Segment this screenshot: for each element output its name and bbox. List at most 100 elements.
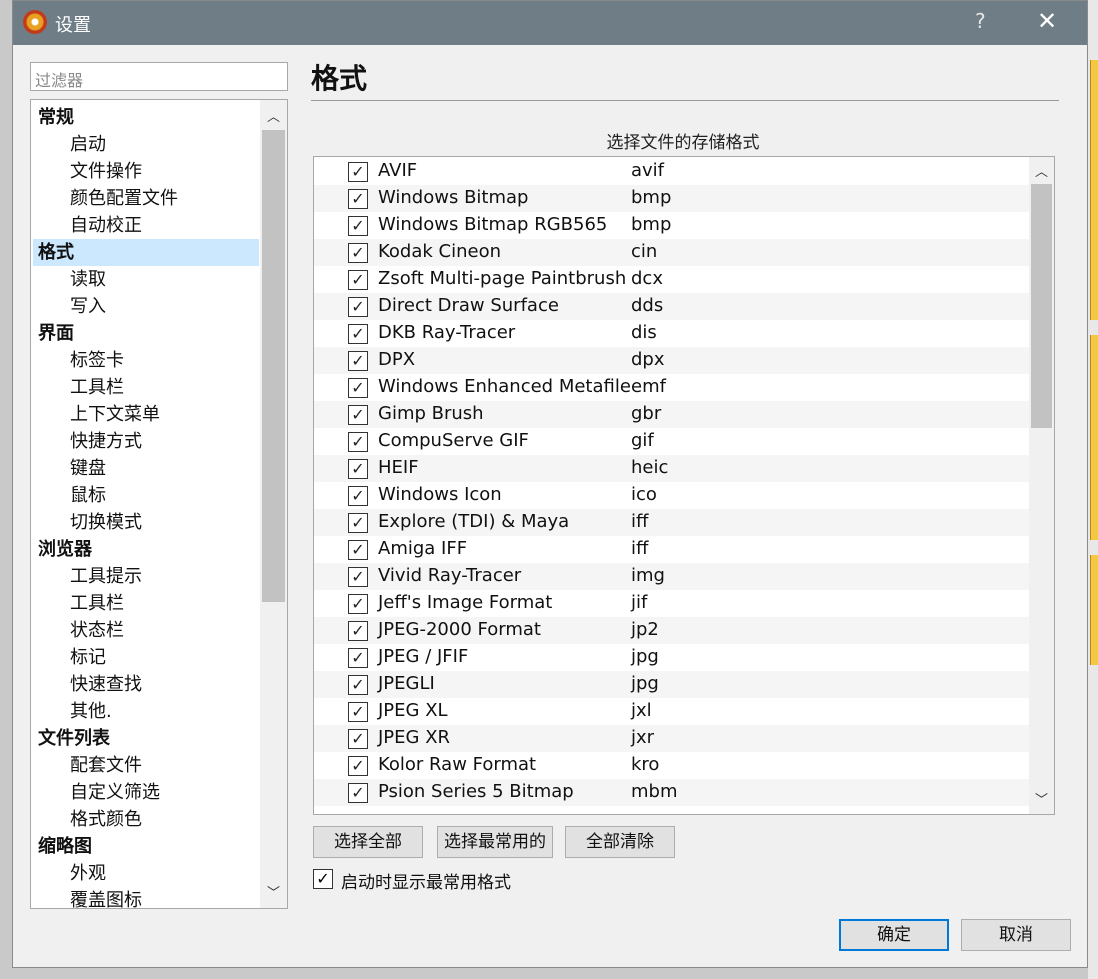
tree-item[interactable]: 格式颜色	[33, 806, 259, 833]
format-row[interactable]: ✓ Zsoft Multi-page Paintbrush dcx	[314, 266, 1029, 293]
format-checkbox[interactable]: ✓	[348, 702, 368, 722]
tree-item[interactable]: 键盘	[33, 455, 259, 482]
format-checkbox[interactable]: ✓	[348, 486, 368, 506]
clear-all-button[interactable]: 全部清除	[565, 826, 675, 858]
format-checkbox[interactable]: ✓	[348, 378, 368, 398]
format-row[interactable]: ✓ Jeff's Image Format jif	[314, 590, 1029, 617]
tree-item[interactable]: 文件列表	[33, 725, 259, 752]
close-button[interactable]: ✕	[1037, 7, 1057, 35]
format-row[interactable]: ✓ CompuServe GIF gif	[314, 428, 1029, 455]
scrollbar-thumb[interactable]	[1031, 184, 1052, 428]
format-checkbox[interactable]: ✓	[348, 405, 368, 425]
format-row[interactable]: ✓ DPX dpx	[314, 347, 1029, 374]
window-title: 设置	[55, 15, 91, 36]
select-common-button[interactable]: 选择最常用的	[437, 826, 553, 858]
format-checkbox[interactable]: ✓	[348, 783, 368, 803]
tree-item[interactable]: 浏览器	[33, 536, 259, 563]
format-row[interactable]: ✓ Windows Icon ico	[314, 482, 1029, 509]
tree-item[interactable]: 标签卡	[33, 347, 259, 374]
format-checkbox[interactable]: ✓	[348, 297, 368, 317]
tree-scrollbar[interactable]: ︿ ﹀	[260, 100, 287, 908]
tree-item[interactable]: 外观	[33, 860, 259, 887]
format-checkbox[interactable]: ✓	[348, 189, 368, 209]
format-row[interactable]: ✓ HEIF heic	[314, 455, 1029, 482]
format-row[interactable]: ✓ Explore (TDI) & Maya iff	[314, 509, 1029, 536]
select-all-button[interactable]: 选择全部	[313, 826, 423, 858]
tree-item[interactable]: 界面	[33, 320, 259, 347]
tree-item[interactable]: 快捷方式	[33, 428, 259, 455]
format-name: JPEG-2000 Format	[378, 619, 541, 640]
format-row[interactable]: ✓ Kodak Cineon cin	[314, 239, 1029, 266]
tree-item[interactable]: 文件操作	[33, 158, 259, 185]
format-row[interactable]: ✓ Kolor Raw Format kro	[314, 752, 1029, 779]
format-row[interactable]: ✓ AVIF avif	[314, 158, 1029, 185]
scroll-down-icon[interactable]: ﹀	[260, 882, 287, 901]
format-checkbox[interactable]: ✓	[348, 162, 368, 182]
format-checkbox[interactable]: ✓	[348, 351, 368, 371]
format-row[interactable]: ✓ JPEGLI jpg	[314, 671, 1029, 698]
tree-item[interactable]: 启动	[33, 131, 259, 158]
format-row[interactable]: ✓ Gimp Brush gbr	[314, 401, 1029, 428]
format-checkbox[interactable]: ✓	[348, 594, 368, 614]
format-checkbox[interactable]: ✓	[348, 243, 368, 263]
tree-item[interactable]: 其他.	[33, 698, 259, 725]
scroll-up-icon[interactable]: ︿	[260, 106, 287, 125]
tree-item[interactable]: 工具栏	[33, 374, 259, 401]
tree-item[interactable]: 鼠标	[33, 482, 259, 509]
tree-item[interactable]: 工具栏	[33, 590, 259, 617]
format-row[interactable]: ✓ Amiga IFF iff	[314, 536, 1029, 563]
tree-item[interactable]: 覆盖图标	[33, 887, 259, 908]
format-row[interactable]: ✓ Psion Series 5 Bitmap mbm	[314, 779, 1029, 806]
format-checkbox[interactable]: ✓	[348, 459, 368, 479]
tree-item[interactable]: 写入	[33, 293, 259, 320]
tree-item[interactable]: 颜色配置文件	[33, 185, 259, 212]
format-checkbox[interactable]: ✓	[348, 513, 368, 533]
format-row[interactable]: ✓ JPEG / JFIF jpg	[314, 644, 1029, 671]
scroll-up-icon[interactable]: ︿	[1029, 161, 1054, 180]
format-checkbox[interactable]: ✓	[348, 648, 368, 668]
tree-item[interactable]: 上下文菜单	[33, 401, 259, 428]
tree-item[interactable]: 自动校正	[33, 212, 259, 239]
format-name: Windows Icon	[378, 484, 502, 505]
format-checkbox[interactable]: ✓	[348, 432, 368, 452]
format-row[interactable]: ✓ Direct Draw Surface dds	[314, 293, 1029, 320]
format-row[interactable]: ✓ Windows Enhanced Metafile emf	[314, 374, 1029, 401]
tree-item[interactable]: 工具提示	[33, 563, 259, 590]
format-checkbox[interactable]: ✓	[348, 729, 368, 749]
format-checkbox[interactable]: ✓	[348, 324, 368, 344]
tree-item[interactable]: 切换模式	[33, 509, 259, 536]
ok-button[interactable]: 确定	[839, 919, 949, 951]
filter-input[interactable]: 过滤器	[30, 62, 288, 91]
format-row[interactable]: ✓ Windows Bitmap RGB565 bmp	[314, 212, 1029, 239]
format-row[interactable]: ✓ DKB Ray-Tracer dis	[314, 320, 1029, 347]
tree-item[interactable]: 标记	[33, 644, 259, 671]
tree-item[interactable]: 读取	[33, 266, 259, 293]
tree-item[interactable]: 配套文件	[33, 752, 259, 779]
startup-checkbox[interactable]: ✓	[313, 869, 333, 889]
format-checkbox[interactable]: ✓	[348, 216, 368, 236]
format-checkbox[interactable]: ✓	[348, 540, 368, 560]
tree-item[interactable]: 快速查找	[33, 671, 259, 698]
format-checkbox[interactable]: ✓	[348, 270, 368, 290]
scroll-down-icon[interactable]: ﹀	[1029, 789, 1054, 808]
tree-item[interactable]: 常规	[33, 104, 259, 131]
format-row[interactable]: ✓ JPEG-2000 Format jp2	[314, 617, 1029, 644]
tree-item[interactable]: 状态栏	[33, 617, 259, 644]
format-checkbox[interactable]: ✓	[348, 675, 368, 695]
scrollbar-thumb[interactable]	[262, 130, 285, 602]
format-name: Kodak Cineon	[378, 241, 501, 262]
cancel-button[interactable]: 取消	[961, 919, 1071, 951]
tree-item[interactable]: 自定义筛选	[33, 779, 259, 806]
title-bar[interactable]: 设置 ? ✕	[13, 1, 1087, 45]
format-checkbox[interactable]: ✓	[348, 756, 368, 776]
format-row[interactable]: ✓ Windows Bitmap bmp	[314, 185, 1029, 212]
format-list-scrollbar[interactable]: ︿ ﹀	[1029, 157, 1054, 814]
format-row[interactable]: ✓ JPEG XL jxl	[314, 698, 1029, 725]
format-checkbox[interactable]: ✓	[348, 567, 368, 587]
help-button[interactable]: ?	[975, 9, 986, 33]
format-row[interactable]: ✓ JPEG XR jxr	[314, 725, 1029, 752]
tree-item[interactable]: 格式	[33, 239, 259, 266]
tree-item[interactable]: 缩略图	[33, 833, 259, 860]
format-row[interactable]: ✓ Vivid Ray-Tracer img	[314, 563, 1029, 590]
format-checkbox[interactable]: ✓	[348, 621, 368, 641]
